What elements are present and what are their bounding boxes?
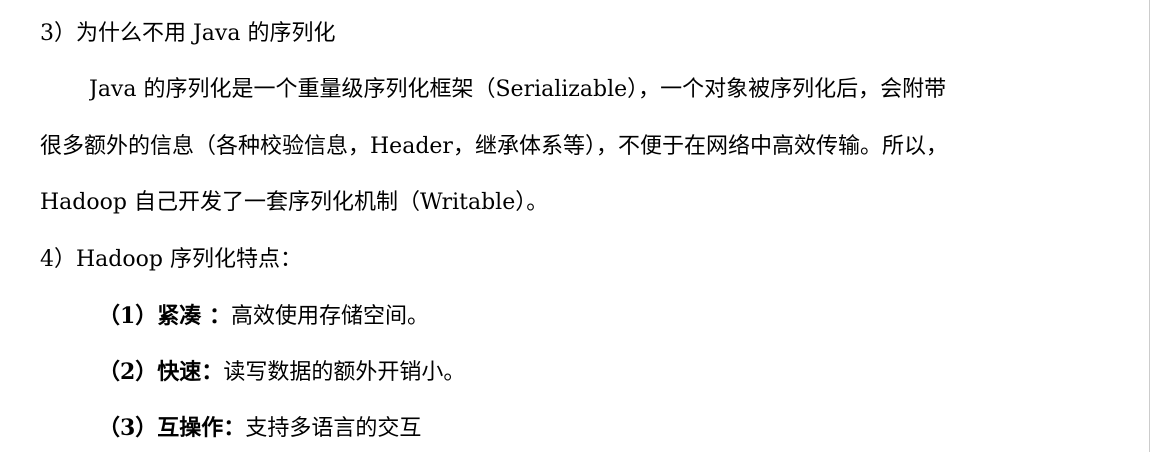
paragraph-line-1-text: Java 的序列化是一个重量级序列化框架（Serializable），一个对象被…: [89, 77, 947, 102]
feature-item-fast-label: （2）快速：: [98, 359, 224, 385]
paragraph-line-3: Hadoop 自己开发了一套序列化机制（Writable）。: [40, 183, 1120, 223]
heading-4-text: 4）Hadoop 序列化特点：: [40, 247, 302, 272]
feature-item-compact: （1）紧凑 ：高效使用存储空间。: [98, 296, 1150, 336]
feature-item-compact-label: （1）紧凑 ：: [98, 303, 231, 329]
paragraph-line-2: 很多额外的信息（各种校验信息，Header，继承体系等），不便于在网络中高效传输…: [40, 127, 1120, 167]
heading-3-text: 3）为什么不用 Java 的序列化: [40, 21, 336, 46]
paragraph-line-3-text: Hadoop 自己开发了一套序列化机制（Writable）。: [40, 190, 549, 215]
feature-item-fast-text: 读写数据的额外开销小。: [223, 360, 466, 385]
feature-item-interop: （3）互操作：支持多语言的交互: [98, 408, 1150, 448]
document-page: 3）为什么不用 Java 的序列化 Java 的序列化是一个重量级序列化框架（S…: [0, 0, 1150, 452]
feature-item-interop-text: 支持多语言的交互: [245, 416, 422, 441]
heading-4: 4）Hadoop 序列化特点：: [40, 240, 1120, 280]
feature-item-interop-label: （3）互操作：: [98, 415, 246, 441]
paragraph-line-1: Java 的序列化是一个重量级序列化框架（Serializable），一个对象被…: [89, 70, 1150, 110]
feature-item-fast: （2）快速：读写数据的额外开销小。: [98, 352, 1150, 392]
heading-3: 3）为什么不用 Java 的序列化: [40, 14, 1120, 54]
paragraph-line-2-text: 很多额外的信息（各种校验信息，Header，继承体系等），不便于在网络中高效传输…: [40, 134, 948, 159]
feature-item-compact-text: 高效使用存储空间。: [230, 304, 429, 329]
